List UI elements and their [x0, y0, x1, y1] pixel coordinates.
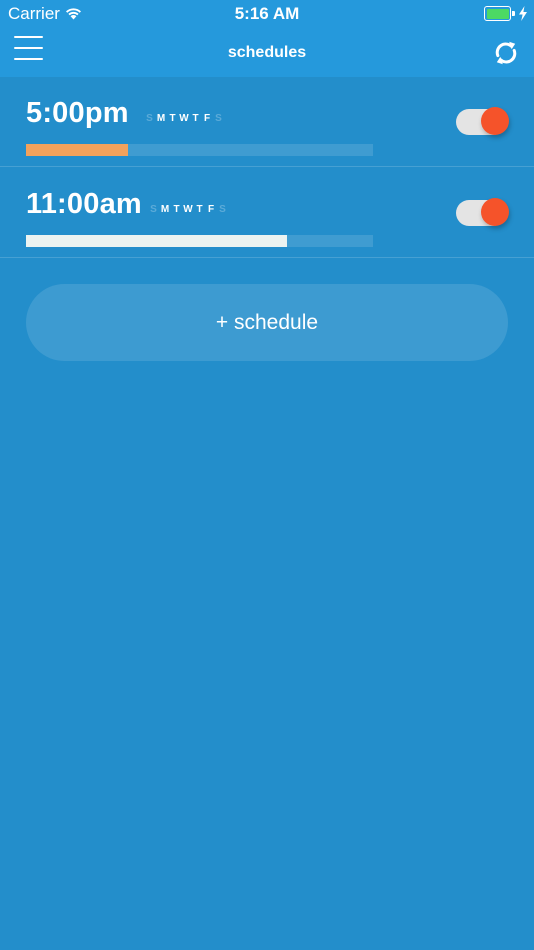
- schedule-time: 11:00am: [26, 188, 142, 220]
- menu-button[interactable]: [12, 32, 46, 62]
- day-monday[interactable]: M: [160, 204, 172, 216]
- weekday-selector: S M T W T F S: [148, 204, 229, 216]
- nav-bar: schedules: [0, 28, 534, 77]
- progress-fill: [26, 144, 129, 156]
- day-monday[interactable]: M: [156, 113, 168, 125]
- day-sunday[interactable]: S: [144, 113, 156, 125]
- day-thursday[interactable]: T: [194, 204, 206, 216]
- day-friday[interactable]: F: [206, 204, 218, 216]
- day-saturday[interactable]: S: [213, 113, 225, 125]
- progress-bar: [26, 235, 373, 247]
- page-title: schedules: [227, 44, 307, 61]
- schedule-time: 5:00pm: [26, 97, 129, 129]
- carrier-label: Carrier: [8, 4, 60, 23]
- menu-line: [14, 36, 43, 38]
- weekday-selector: S M T W T F S: [144, 113, 225, 125]
- battery-outline: [484, 6, 511, 21]
- battery-level: [486, 8, 509, 19]
- battery-tip: [512, 11, 515, 16]
- schedule-toggle[interactable]: [456, 198, 509, 228]
- app-header: Carrier 5:16 AM schedules: [0, 0, 534, 77]
- day-thursday[interactable]: T: [190, 113, 202, 125]
- add-schedule-button[interactable]: + schedule: [26, 284, 508, 361]
- battery-icon: [484, 6, 515, 21]
- toggle-knob: [481, 198, 509, 226]
- schedule-row[interactable]: 11:00am S M T W T F S: [0, 168, 534, 258]
- menu-line: [14, 58, 43, 60]
- day-wednesday[interactable]: W: [179, 113, 191, 125]
- refresh-button[interactable]: [492, 39, 520, 67]
- day-friday[interactable]: F: [202, 113, 214, 125]
- wifi-icon: [66, 8, 81, 20]
- menu-line: [14, 47, 43, 49]
- toggle-knob: [481, 107, 509, 135]
- day-wednesday[interactable]: W: [183, 204, 195, 216]
- progress-fill: [26, 235, 287, 247]
- day-sunday[interactable]: S: [148, 204, 160, 216]
- day-tuesday[interactable]: T: [167, 113, 179, 125]
- schedule-row[interactable]: 5:00pm S M T W T F S: [0, 77, 534, 167]
- status-bar: Carrier 5:16 AM: [0, 0, 534, 28]
- day-tuesday[interactable]: T: [171, 204, 183, 216]
- progress-bar: [26, 144, 373, 156]
- charging-bolt-icon: [519, 6, 527, 21]
- add-schedule-label: + schedule: [215, 310, 319, 334]
- schedule-toggle[interactable]: [456, 107, 509, 137]
- refresh-icon: [495, 41, 517, 65]
- day-saturday[interactable]: S: [217, 204, 229, 216]
